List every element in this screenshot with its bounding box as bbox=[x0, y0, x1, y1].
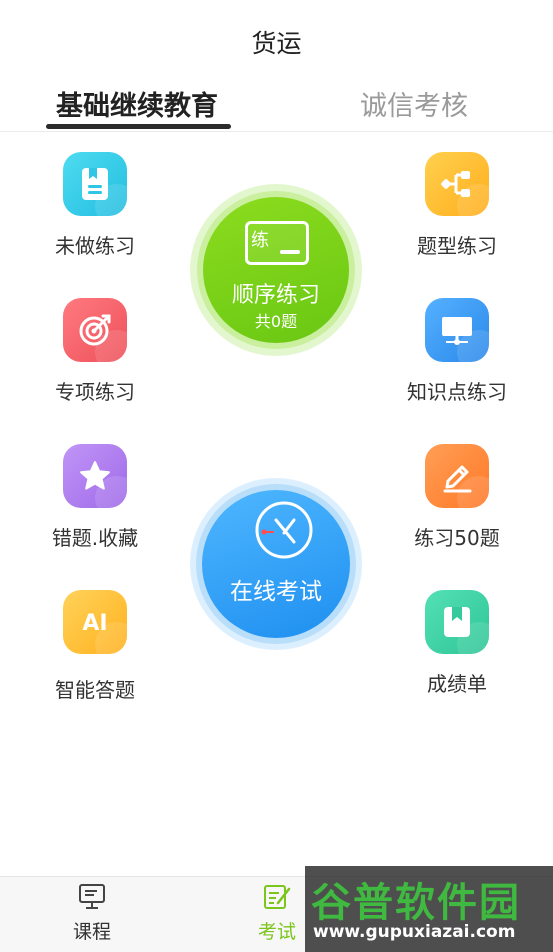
watermark-url: www.gupuxiazai.com bbox=[313, 922, 516, 942]
star-icon bbox=[63, 444, 127, 508]
question-type-button[interactable]: 题型练习 bbox=[387, 152, 527, 259]
pen-icon bbox=[425, 444, 489, 508]
knowledge-point-label: 知识点练习 bbox=[407, 380, 507, 404]
nav-course-label: 课程 bbox=[72, 921, 111, 943]
clock-icon bbox=[255, 501, 313, 559]
edit-icon bbox=[264, 885, 291, 909]
online-exam-label: 在线考试 bbox=[230, 579, 322, 605]
watermark-title: 谷普软件园 bbox=[311, 880, 521, 926]
ai-icon: AI bbox=[63, 590, 127, 654]
question-count-label: 共0题 bbox=[254, 312, 298, 331]
wrong-favorites-button[interactable]: 错题.收藏 bbox=[25, 444, 165, 551]
sequential-practice-ring: 练 顺序练习 共0题 bbox=[197, 191, 355, 349]
tab-integrity-assessment[interactable]: 诚信考核 bbox=[360, 84, 468, 123]
bookmark-icon bbox=[425, 590, 489, 654]
transcript-label: 成绩单 bbox=[427, 672, 487, 696]
practice-card-char: 练 bbox=[251, 230, 269, 251]
branch-icon bbox=[425, 152, 489, 216]
special-practice-label: 专项练习 bbox=[55, 380, 135, 404]
document-icon bbox=[63, 152, 127, 216]
practice-card-icon: 练 bbox=[245, 221, 309, 265]
presentation-icon bbox=[425, 298, 489, 362]
unpracticed-label: 未做练习 bbox=[55, 234, 135, 258]
sequential-practice-button[interactable]: 练 顺序练习 共0题 bbox=[190, 184, 362, 356]
sequential-practice-circle: 练 顺序练习 共0题 bbox=[203, 197, 349, 343]
tab-active-indicator bbox=[46, 124, 231, 129]
online-exam-ring: 在线考试 bbox=[196, 484, 356, 644]
header: 货运 bbox=[0, 0, 553, 80]
transcript-button[interactable]: 成绩单 bbox=[387, 590, 527, 697]
smart-answer-button[interactable]: AI 智能答题 bbox=[25, 590, 165, 703]
smart-answer-label: 智能答题 bbox=[55, 678, 135, 702]
tab-basic-education[interactable]: 基础继续教育 bbox=[56, 84, 218, 123]
online-exam-button[interactable]: 在线考试 bbox=[190, 478, 362, 650]
online-exam-circle: 在线考试 bbox=[202, 490, 350, 638]
sequential-practice-label: 顺序练习 bbox=[231, 283, 320, 308]
special-practice-button[interactable]: 专项练习 bbox=[25, 298, 165, 405]
monitor-icon bbox=[79, 884, 105, 909]
watermark: 谷普软件园 www.gupuxiazai.com bbox=[305, 866, 553, 952]
unpracticed-button[interactable]: 未做练习 bbox=[25, 152, 165, 259]
practice-card-line bbox=[280, 250, 300, 254]
target-icon bbox=[63, 298, 127, 362]
practice-50-label: 练习50题 bbox=[414, 526, 500, 550]
question-type-label: 题型练习 bbox=[417, 234, 497, 258]
svg-text:AI: AI bbox=[82, 611, 107, 635]
wrong-favorites-label: 错题.收藏 bbox=[51, 526, 139, 550]
practice-50-button[interactable]: 练习50题 bbox=[387, 444, 527, 551]
nav-course[interactable]: 课程 bbox=[52, 883, 132, 944]
page-title: 货运 bbox=[251, 29, 302, 58]
tab-bar: 基础继续教育 诚信考核 bbox=[0, 80, 553, 132]
knowledge-point-button[interactable]: 知识点练习 bbox=[387, 298, 527, 405]
